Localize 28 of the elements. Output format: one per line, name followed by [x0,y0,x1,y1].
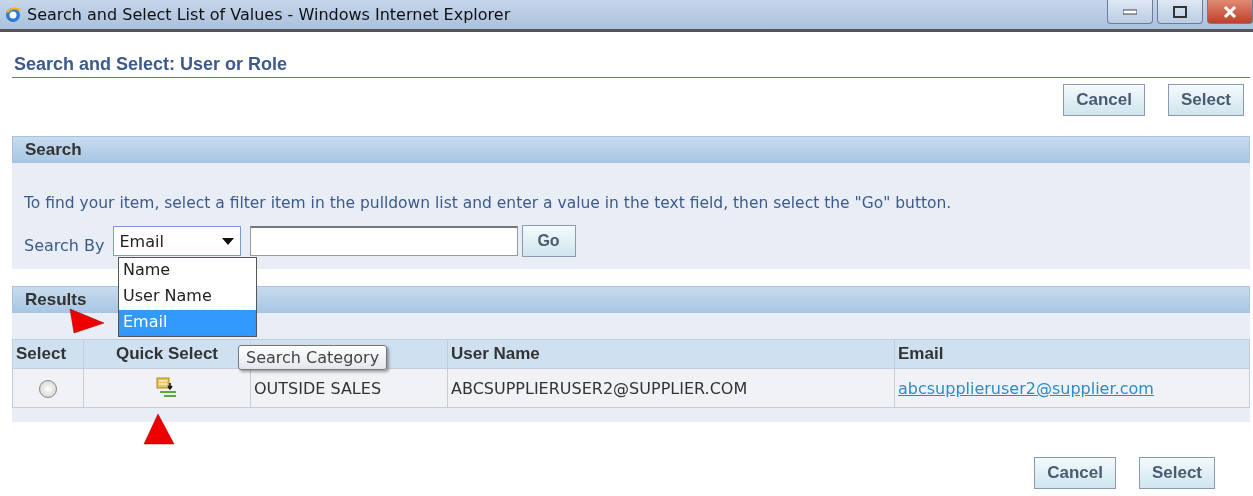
browser-icon [4,5,22,24]
instructions: To find your item, select a filter item in the pulldown list and enter a value in the text field, then select the "Go" button. [24,194,953,212]
go-button[interactable]: Go [521,225,576,257]
maximize-icon [1173,5,1187,18]
column-header: User Name [447,339,895,369]
section-header: Search [12,136,1250,163]
select-button[interactable]: Select [1138,457,1215,489]
table-cell: OUTSIDE SALES [250,368,448,408]
cancel-button[interactable]: Cancel [1034,457,1116,489]
minimize-icon [1123,8,1137,15]
column-header: Email [894,339,1250,369]
cancel-button[interactable]: Cancel [1063,84,1145,116]
maximize-button[interactable] [1157,0,1203,24]
quick-select-icon[interactable] [156,377,178,399]
minimize-button[interactable] [1107,0,1153,24]
annotation-arrow [142,412,176,446]
column-header: Select [12,339,84,369]
close-icon [1223,5,1237,18]
page-title: Search and Select: User or Role [12,54,1250,78]
select-button[interactable]: Select [1167,84,1244,116]
close-button[interactable] [1207,0,1253,24]
search-input-field[interactable] [249,226,518,256]
radio-button[interactable] [39,379,57,398]
window-title: Search and Select List of Values - Windows Internet Explorer [27,5,511,24]
search-by-dropdown[interactable]: Email [112,226,241,256]
field-label: Search By [24,235,105,255]
table-cell: ABCSUPPLIERUSER2@SUPPLIER.COM [447,368,895,408]
caret-icon [221,237,234,245]
